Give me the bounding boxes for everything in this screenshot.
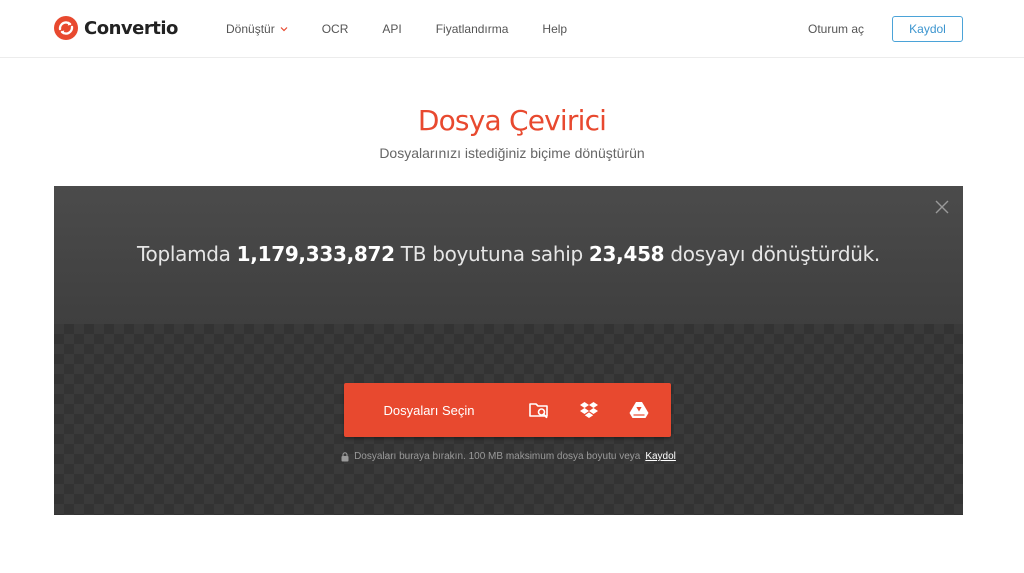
nav-item-label: Dönüştür <box>226 22 275 36</box>
converter-panel: Toplamda 1,179,333,872 TB boyutuna sahip… <box>54 186 963 515</box>
stats-total-size: 1,179,333,872 <box>236 242 395 266</box>
nav-item-label: Help <box>542 22 568 36</box>
nav-item-ocr[interactable]: OCR <box>322 22 349 36</box>
close-icon[interactable] <box>935 200 949 214</box>
file-source-bar: Dosyaları Seçin <box>344 383 671 437</box>
drop-hint-text: Dosyaları buraya bırakın. 100 MB maksimu… <box>354 451 641 462</box>
stats-banner: Toplamda 1,179,333,872 TB boyutuna sahip… <box>54 186 963 324</box>
nav-item-label: OCR <box>321 22 349 36</box>
stats-file-count: 23,458 <box>588 242 665 266</box>
nav-item-help[interactable]: Help <box>542 22 567 36</box>
source-google-drive[interactable] <box>614 383 664 437</box>
folder-search-icon <box>529 403 548 419</box>
source-computer[interactable] <box>514 383 564 437</box>
lock-icon <box>341 451 349 461</box>
nav-item-api[interactable]: API <box>382 22 401 36</box>
brand-name: Convertio <box>84 17 178 39</box>
conversion-stats: Toplamda 1,179,333,872 TB boyutuna sahip… <box>54 242 963 266</box>
signin-link[interactable]: Oturum aç <box>808 22 864 36</box>
nav-item-label: Fiyatlandırma <box>435 22 509 36</box>
top-header: Convertio Dönüştür OCR API Fiyatlandırma… <box>0 0 1024 58</box>
choose-files-button[interactable]: Dosyaları Seçin <box>344 383 514 437</box>
convertio-logo[interactable]: Convertio <box>54 16 178 40</box>
nav-item-convert[interactable]: Dönüştür <box>226 22 288 36</box>
source-dropbox[interactable] <box>564 383 614 437</box>
hint-signup-link[interactable]: Kaydol <box>645 451 676 462</box>
page-title: Dosya Çevirici <box>417 104 607 137</box>
dropbox-icon <box>580 402 598 418</box>
drop-hint: Dosyaları buraya bırakın. 100 MB maksimu… <box>54 451 963 462</box>
stats-size-unit: TB boyutuna sahip <box>400 242 583 266</box>
main-nav: Dönüştür OCR API Fiyatlandırma Help <box>226 0 601 58</box>
signup-button[interactable]: Kaydol <box>892 16 963 42</box>
chevron-down-icon <box>280 27 288 32</box>
page-subtitle: Dosyalarınızı istediğiniz biçime dönüştü… <box>379 145 645 161</box>
stats-prefix: Toplamda <box>137 242 231 266</box>
stats-suffix: dosyayı dönüştürdük. <box>670 242 880 266</box>
nav-item-pricing[interactable]: Fiyatlandırma <box>436 22 509 36</box>
google-drive-icon <box>629 402 649 418</box>
nav-item-label: API <box>382 22 402 36</box>
convertio-logo-icon <box>54 16 78 40</box>
